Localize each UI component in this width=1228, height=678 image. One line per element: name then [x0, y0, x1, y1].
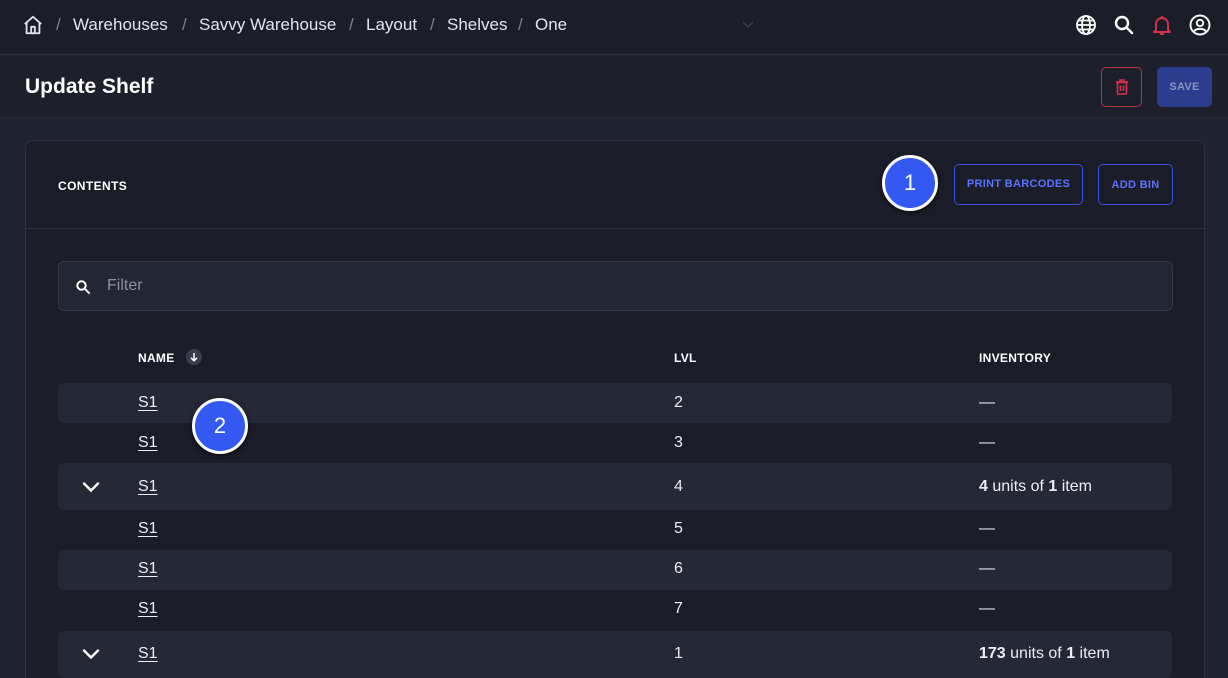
bin-inventory: — — [979, 434, 995, 451]
breadcrumb-separator: / — [182, 15, 187, 34]
bin-inventory: — — [979, 600, 995, 617]
bin-name-link[interactable]: S1 — [138, 394, 158, 412]
column-header-inventory[interactable]: INVENTORY — [979, 351, 1051, 365]
bell-icon[interactable] — [1150, 13, 1174, 37]
breadcrumb-savvy-warehouse[interactable]: Savvy Warehouse — [199, 15, 336, 35]
table-row[interactable]: S1 7 — — [58, 590, 1172, 630]
units-count: 173 — [979, 645, 1006, 662]
bin-inventory: 173 units of 1 item — [979, 645, 1110, 663]
top-bar: / Warehouses / Savvy Warehouse / Layout … — [0, 0, 1228, 55]
column-header-lvl[interactable]: LVL — [674, 351, 697, 365]
bin-name-link[interactable]: S1 — [138, 434, 158, 452]
user-icon[interactable] — [1188, 13, 1212, 37]
breadcrumb-layout[interactable]: Layout — [366, 15, 417, 35]
filter-field[interactable] — [58, 261, 1173, 311]
table-row[interactable]: S1 6 — — [58, 550, 1172, 590]
bin-level: 4 — [674, 478, 683, 495]
bin-inventory: — — [979, 560, 995, 577]
contents-card-header: CONTENTS PRINT BARCODES ADD BIN — [26, 141, 1204, 229]
items-text: item — [1057, 478, 1092, 495]
step-marker-1: 1 — [882, 155, 938, 211]
units-text: units of — [987, 478, 1049, 495]
search-icon — [76, 280, 90, 294]
chevron-down-icon[interactable] — [82, 481, 100, 493]
step-marker-2: 2 — [192, 398, 248, 454]
page-title: Update Shelf — [25, 75, 154, 98]
bin-name-link[interactable]: S1 — [138, 520, 158, 538]
bin-name-link[interactable]: S1 — [138, 560, 158, 578]
print-barcodes-button[interactable]: PRINT BARCODES — [954, 164, 1083, 205]
bin-level: 3 — [674, 434, 683, 451]
page-header: Update Shelf SAVE — [0, 56, 1228, 118]
breadcrumb-warehouses[interactable]: Warehouses — [73, 15, 168, 35]
breadcrumb-separator: / — [56, 15, 61, 34]
globe-icon[interactable] — [1074, 13, 1098, 37]
items-count: 1 — [1066, 645, 1076, 662]
breadcrumb-shelves[interactable]: Shelves — [447, 15, 507, 35]
search-icon[interactable] — [1112, 13, 1136, 37]
bin-name-link[interactable]: S1 — [138, 478, 158, 496]
save-button[interactable]: SAVE — [1157, 67, 1212, 107]
chevron-down-icon[interactable] — [741, 19, 755, 29]
breadcrumb-one[interactable]: One — [535, 15, 567, 35]
contents-title: CONTENTS — [58, 179, 128, 193]
chevron-down-icon[interactable] — [82, 648, 100, 660]
table-row[interactable]: S1 1 173 units of 1 item — [58, 631, 1172, 678]
breadcrumb-separator: / — [349, 15, 354, 34]
column-header-name[interactable]: NAME — [138, 351, 175, 365]
delete-button[interactable] — [1101, 67, 1142, 107]
items-text: item — [1075, 645, 1110, 662]
bin-inventory: — — [979, 520, 995, 537]
breadcrumb-separator: / — [518, 15, 523, 34]
bin-level: 6 — [674, 560, 683, 577]
table-row[interactable]: S1 4 4 units of 1 item — [58, 463, 1172, 510]
bin-level: 2 — [674, 394, 683, 411]
bin-level: 7 — [674, 600, 683, 617]
filter-input[interactable] — [107, 262, 1147, 310]
add-bin-button[interactable]: ADD BIN — [1098, 164, 1173, 205]
home-icon[interactable] — [22, 14, 44, 36]
bin-inventory: 4 units of 1 item — [979, 478, 1092, 496]
bin-level: 1 — [674, 645, 683, 662]
sort-descending-icon[interactable] — [186, 349, 202, 365]
bin-level: 5 — [674, 520, 683, 537]
units-text: units of — [1005, 645, 1067, 662]
items-count: 1 — [1048, 478, 1058, 495]
breadcrumb-separator: / — [430, 15, 435, 34]
bin-name-link[interactable]: S1 — [138, 600, 158, 618]
bin-inventory: — — [979, 394, 995, 411]
units-count: 4 — [979, 478, 988, 495]
trash-icon — [1116, 79, 1128, 95]
table-row[interactable]: S1 5 — — [58, 510, 1172, 550]
bin-name-link[interactable]: S1 — [138, 645, 158, 663]
